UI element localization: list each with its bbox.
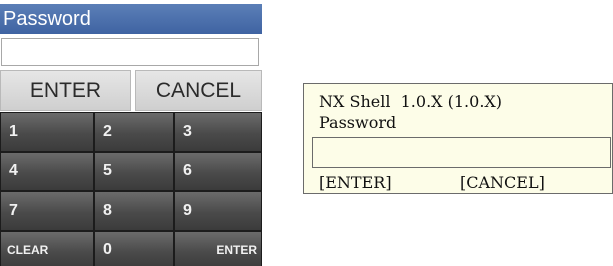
touch-password-input[interactable] — [1, 38, 259, 66]
key-9[interactable]: 9 — [174, 191, 262, 231]
shell-password-input[interactable] — [312, 137, 611, 168]
shell-cancel-button[interactable]: [CANCEL] — [460, 173, 545, 192]
key-1[interactable]: 1 — [0, 112, 94, 152]
touch-enter-button[interactable]: ENTER — [0, 70, 131, 111]
shell-password-dialog: NX Shell 1.0.X (1.0.X) Password [ENTER] … — [303, 83, 613, 194]
touch-password-panel: Password ENTER CANCEL 1 2 3 4 5 6 7 8 9 … — [0, 4, 262, 266]
key-4[interactable]: 4 — [0, 151, 94, 191]
key-0[interactable]: 0 — [94, 230, 174, 266]
shell-password-label: Password — [319, 113, 397, 132]
key-3[interactable]: 3 — [174, 112, 262, 152]
key-8[interactable]: 8 — [94, 191, 174, 231]
key-2[interactable]: 2 — [94, 112, 174, 152]
key-7[interactable]: 7 — [0, 191, 94, 231]
touch-panel-title: Password — [0, 4, 262, 34]
key-6[interactable]: 6 — [174, 151, 262, 191]
key-5[interactable]: 5 — [94, 151, 174, 191]
shell-enter-button[interactable]: [ENTER] — [319, 173, 392, 192]
key-enter[interactable]: ENTER — [174, 230, 262, 266]
shell-title: NX Shell 1.0.X (1.0.X) — [319, 92, 503, 111]
numeric-keypad: 1 2 3 4 5 6 7 8 9 CLEAR 0 ENTER — [0, 112, 262, 266]
touch-cancel-button[interactable]: CANCEL — [135, 70, 262, 111]
key-clear[interactable]: CLEAR — [0, 230, 94, 266]
